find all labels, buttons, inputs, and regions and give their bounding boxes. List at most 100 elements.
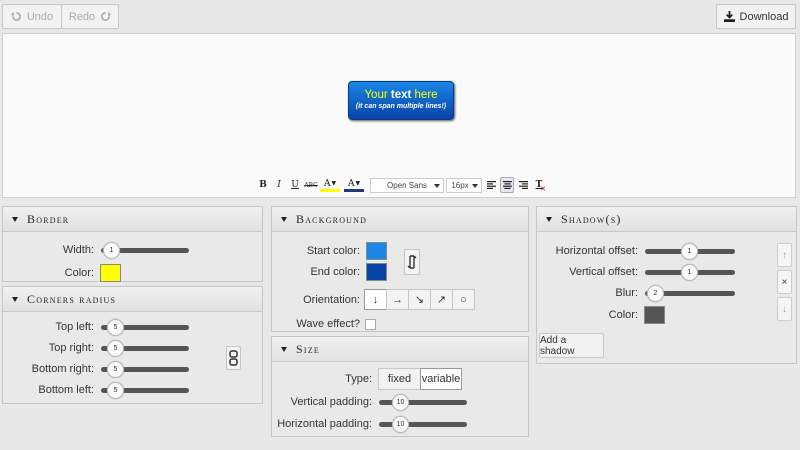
swap-colors-button[interactable] xyxy=(404,249,420,275)
start-color-swatch[interactable] xyxy=(366,242,387,260)
size-type-variable[interactable]: variable xyxy=(420,368,462,390)
border-color-label: Color: xyxy=(64,267,94,279)
corner-bottom-left-label: Bottom left: xyxy=(38,384,94,396)
background-panel: Background Start color: End color: Orien… xyxy=(271,206,529,332)
wave-effect-label: Wave effect? xyxy=(296,318,360,330)
border-width-label: Width: xyxy=(62,244,94,256)
corner-top-left-label: Top left: xyxy=(55,321,94,333)
collapse-triangle-icon xyxy=(12,216,18,222)
preview-button[interactable]: Your text here (it can span multiple lin… xyxy=(348,81,454,120)
shadow-color-swatch[interactable] xyxy=(644,306,665,324)
collapse-triangle-icon xyxy=(546,216,552,222)
move-shadow-up-button[interactable]: ↑ xyxy=(777,243,792,267)
font-color-button[interactable]: A ▼ xyxy=(320,178,340,192)
text-format-toolbar: B I U ABC A ▼ A ▼ Open Sans 16px T ✕ xyxy=(256,176,546,194)
corner-bottom-left-slider-handle[interactable]: 5 xyxy=(107,382,124,399)
chevron-down-icon xyxy=(434,183,440,188)
shadow-panel: Shadow(s) Horizontal offset: 1 Vertical … xyxy=(536,206,797,364)
size-type-toggle: fixed variable xyxy=(378,368,462,390)
align-left-button[interactable] xyxy=(484,177,498,193)
preview-area: Your text here (it can span multiple lin… xyxy=(2,33,796,198)
shadow-panel-header[interactable]: Shadow(s) xyxy=(537,207,796,232)
orientation-down[interactable]: ↓ xyxy=(364,289,387,310)
background-color-caret-icon: ▼ xyxy=(355,180,361,187)
corner-top-right-slider-handle[interactable]: 5 xyxy=(107,340,124,357)
download-button[interactable]: Download xyxy=(716,4,796,29)
collapse-triangle-icon xyxy=(281,216,287,222)
vertical-offset-slider-handle[interactable]: 1 xyxy=(681,264,698,281)
horizontal-offset-slider-handle[interactable]: 1 xyxy=(681,243,698,260)
preview-line-1-prefix: Your xyxy=(364,89,391,101)
corner-top-left-slider-handle[interactable]: 5 xyxy=(107,319,124,336)
background-color-glyph: A xyxy=(347,178,355,189)
vertical-padding-label: Vertical padding: xyxy=(290,396,372,408)
background-color-button[interactable]: A ▼ xyxy=(344,178,364,192)
align-center-button[interactable] xyxy=(500,177,514,193)
bold-button[interactable]: B xyxy=(256,177,270,193)
font-size-select[interactable]: 16px xyxy=(446,177,482,193)
wave-effect-checkbox[interactable] xyxy=(365,319,376,330)
preview-line-1: Your text here xyxy=(349,89,453,101)
orientation-options: ↓ → ↘ ↗ ○ xyxy=(364,289,475,310)
collapse-triangle-icon xyxy=(12,296,18,302)
orientation-diagonal-up[interactable]: ↗ xyxy=(430,289,453,310)
clear-format-button[interactable]: T ✕ xyxy=(532,177,546,193)
align-center-icon xyxy=(502,181,512,189)
preview-line-2: (it can span multiple lines!) xyxy=(355,103,447,110)
remove-shadow-button[interactable]: × xyxy=(777,270,792,294)
link-corners-button[interactable] xyxy=(226,346,241,370)
add-shadow-button[interactable]: Add a shadow xyxy=(539,333,604,358)
corners-panel-header[interactable]: Corners radius xyxy=(3,287,262,312)
undo-label: Undo xyxy=(26,10,54,23)
font-size-value: 16px xyxy=(451,180,469,190)
size-panel-header[interactable]: Size xyxy=(272,337,528,362)
size-type-fixed[interactable]: fixed xyxy=(378,368,421,390)
font-color-caret-icon: ▼ xyxy=(331,180,337,187)
align-left-icon xyxy=(486,181,496,189)
corner-bottom-right-label: Bottom right: xyxy=(31,363,94,375)
undo-button[interactable]: Undo xyxy=(2,4,62,29)
size-panel-title: Size xyxy=(296,341,320,356)
font-color-glyph: A xyxy=(323,178,331,189)
swap-arrows-icon xyxy=(407,255,417,269)
background-panel-header[interactable]: Background xyxy=(272,207,528,232)
blur-label: Blur: xyxy=(615,287,638,299)
collapse-triangle-icon xyxy=(281,346,287,352)
border-color-swatch[interactable] xyxy=(100,264,121,282)
border-panel-header[interactable]: Border xyxy=(3,207,262,232)
vertical-offset-label: Vertical offset: xyxy=(569,266,638,278)
download-icon xyxy=(723,11,735,22)
clear-format-x-icon: ✕ xyxy=(540,185,546,193)
border-width-slider-handle[interactable]: 1 xyxy=(103,242,120,259)
border-panel: Border Width: 1 Color: xyxy=(2,206,263,282)
end-color-swatch[interactable] xyxy=(366,263,387,281)
start-color-label: Start color: xyxy=(306,245,360,257)
download-label: Download xyxy=(739,10,789,23)
redo-label: Redo xyxy=(68,10,96,23)
border-panel-title: Border xyxy=(27,211,70,226)
align-right-button[interactable] xyxy=(516,177,530,193)
italic-button[interactable]: I xyxy=(272,177,286,193)
redo-icon xyxy=(101,11,112,21)
orientation-radial[interactable]: ○ xyxy=(452,289,475,310)
corners-panel: Corners radius Top left: 5 Top right: 5 … xyxy=(2,286,263,404)
blur-slider-handle[interactable]: 2 xyxy=(647,285,664,302)
shadow-color-label: Color: xyxy=(608,309,638,321)
horizontal-padding-label: Horizontal padding: xyxy=(277,418,372,430)
corner-bottom-right-slider-handle[interactable]: 5 xyxy=(107,361,124,378)
vertical-padding-slider-handle[interactable]: 10 xyxy=(392,394,409,411)
orientation-diagonal-down[interactable]: ↘ xyxy=(408,289,431,310)
end-color-label: End color: xyxy=(310,266,360,278)
font-family-select[interactable]: Open Sans xyxy=(370,177,444,193)
strikethrough-button[interactable]: ABC xyxy=(304,177,318,193)
corner-top-right-label: Top right: xyxy=(48,342,94,354)
add-shadow-label: Add a shadow xyxy=(540,334,575,357)
horizontal-padding-slider-handle[interactable]: 10 xyxy=(392,416,409,433)
redo-button[interactable]: Redo xyxy=(61,4,119,29)
horizontal-offset-label: Horizontal offset: xyxy=(555,245,638,257)
move-shadow-down-button[interactable]: ↓ xyxy=(777,297,792,321)
preview-line-1-suffix: here xyxy=(411,89,438,101)
orientation-right[interactable]: → xyxy=(386,289,409,310)
font-family-value: Open Sans xyxy=(386,180,428,190)
underline-button[interactable]: U xyxy=(288,177,302,193)
